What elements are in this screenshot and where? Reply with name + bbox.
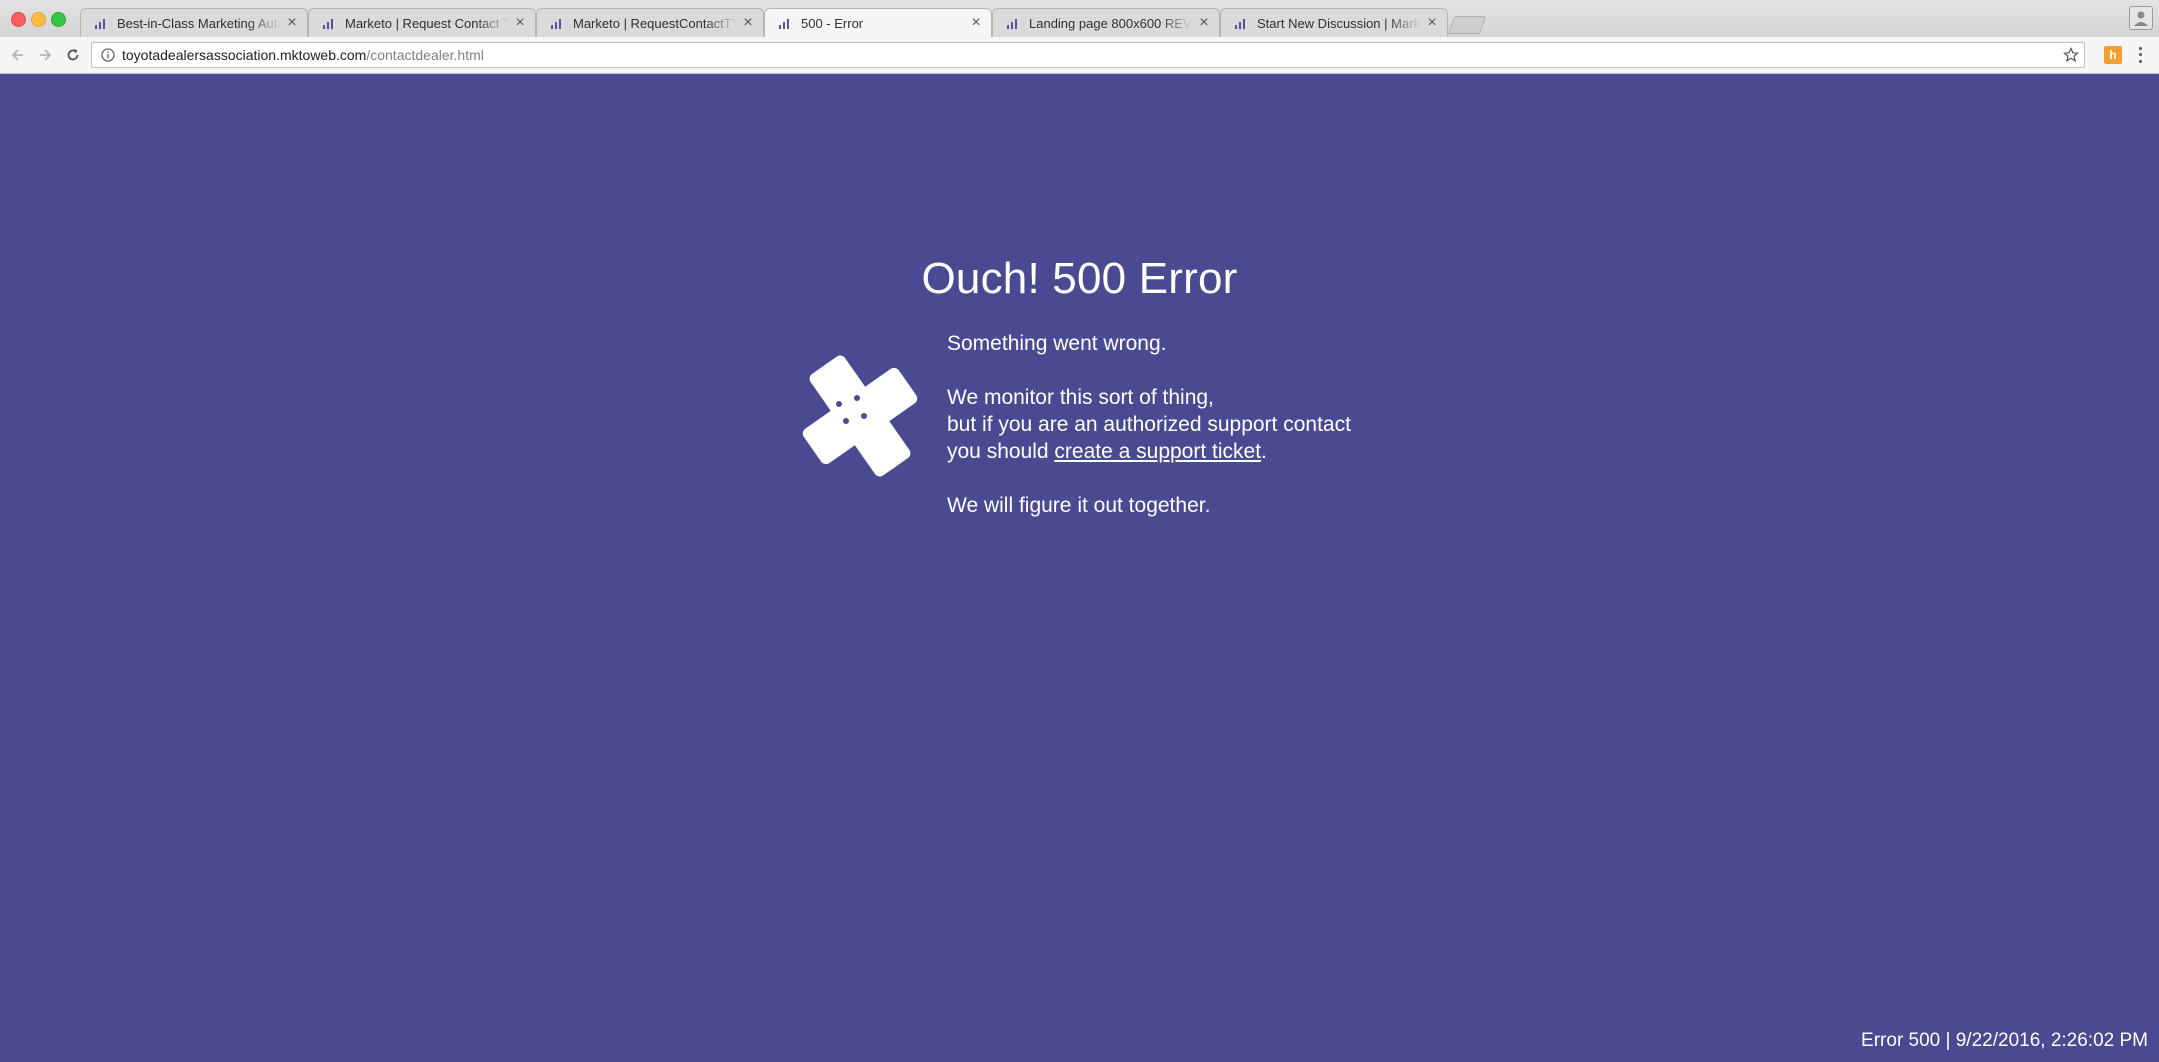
- back-arrow-icon: [11, 49, 23, 61]
- marketo-favicon-icon: [323, 19, 333, 29]
- window-minimize-button[interactable]: [31, 12, 46, 27]
- reload-button[interactable]: [63, 45, 83, 65]
- address-bar[interactable]: toyotadealersassociation.mktoweb.com/con…: [91, 42, 2085, 68]
- marketo-favicon-icon: [95, 19, 105, 29]
- tab-title: Start New Discussion | Marketo: [1257, 15, 1421, 31]
- message-line: but if you are an authorized support con…: [947, 413, 1351, 436]
- page-title: Ouch! 500 Error: [921, 254, 1238, 303]
- forward-button[interactable]: [35, 45, 55, 65]
- message-line: We will figure it out together.: [947, 494, 1211, 517]
- url-text: toyotadealersassociation.mktoweb.com/con…: [122, 47, 484, 63]
- tab-title: Landing page 800x600 REVISED: [1029, 15, 1193, 31]
- browser-menu-icon[interactable]: [2133, 45, 2147, 65]
- browser-tabstrip: Best-in-Class Marketing Automation × Mar…: [0, 0, 2159, 37]
- message-prefix: you should: [947, 440, 1055, 463]
- error-timestamp: Error 500 | 9/22/2016, 2:26:02 PM: [1861, 1030, 2148, 1051]
- bandage-icon: [802, 355, 918, 477]
- browser-tab-1[interactable]: Best-in-Class Marketing Automation ×: [80, 8, 308, 37]
- browser-tab-3[interactable]: Marketo | RequestContactTYP ×: [536, 8, 764, 37]
- tab-close-icon[interactable]: ×: [1425, 15, 1439, 31]
- url-host: toyotadealersassociation.mktoweb.com: [122, 47, 367, 63]
- tab-close-icon[interactable]: ×: [741, 15, 755, 31]
- extension-icon[interactable]: h: [2104, 46, 2122, 64]
- extension-label: h: [2109, 48, 2117, 62]
- message-line: We monitor this sort of thing,: [947, 386, 1214, 409]
- forward-arrow-icon: [40, 49, 52, 61]
- tab-title: Marketo | Request Contact TY: [345, 15, 509, 31]
- bookmark-star-icon[interactable]: [2062, 46, 2080, 64]
- browser-tab-6[interactable]: Start New Discussion | Marketo ×: [1220, 8, 1448, 37]
- tab-close-icon[interactable]: ×: [513, 15, 527, 31]
- tab-close-icon[interactable]: ×: [969, 15, 983, 31]
- message-suffix: .: [1261, 440, 1267, 463]
- tab-title: Best-in-Class Marketing Automation: [117, 15, 281, 31]
- browser-tab-2[interactable]: Marketo | Request Contact TY ×: [308, 8, 536, 37]
- tab-title: 500 - Error: [801, 15, 864, 31]
- marketo-favicon-icon: [1235, 19, 1245, 29]
- reload-icon: [67, 49, 79, 61]
- window-close-button[interactable]: [11, 12, 26, 27]
- browser-tab-5[interactable]: Landing page 800x600 REVISED ×: [992, 8, 1220, 37]
- url-path: /contactdealer.html: [366, 47, 484, 63]
- error-message: Something went wrong. We monitor this so…: [947, 330, 1447, 519]
- marketo-favicon-icon: [779, 19, 789, 29]
- browser-tab-4-active[interactable]: 500 - Error ×: [764, 8, 992, 37]
- tab-close-icon[interactable]: ×: [285, 15, 299, 31]
- tab-close-icon[interactable]: ×: [1197, 15, 1211, 31]
- new-tab-button[interactable]: [1447, 16, 1487, 34]
- profile-icon[interactable]: [2129, 6, 2153, 30]
- window-maximize-button[interactable]: [51, 12, 66, 27]
- create-support-ticket-link[interactable]: create a support ticket: [1054, 440, 1261, 463]
- marketo-favicon-icon: [551, 19, 561, 29]
- error-page: Ouch! 500 Error Something went wrong. We…: [0, 74, 2159, 1062]
- message-line: you should create a support ticket.: [947, 438, 1447, 465]
- browser-toolbar: toyotadealersassociation.mktoweb.com/con…: [0, 37, 2159, 74]
- info-icon[interactable]: [100, 47, 116, 63]
- marketo-favicon-icon: [1007, 19, 1017, 29]
- tab-title: Marketo | RequestContactTYP: [573, 15, 737, 31]
- message-line: Something went wrong.: [947, 332, 1167, 355]
- back-button[interactable]: [8, 45, 28, 65]
